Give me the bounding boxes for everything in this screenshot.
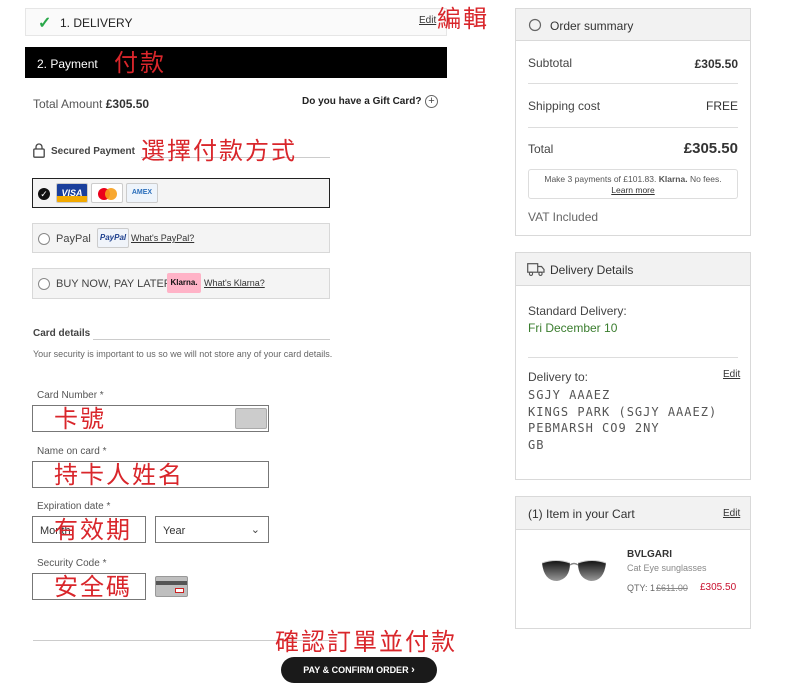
divider <box>93 339 330 340</box>
card-details-title: Card details <box>33 328 91 339</box>
plus-circle-icon[interactable]: + <box>425 95 438 108</box>
klarna-brand: Klarna. <box>658 174 688 184</box>
security-code-label: Security Code * <box>37 558 107 569</box>
vat-included: VAT Included <box>528 210 599 224</box>
delivery-method-label: Standard Delivery: <box>528 304 627 318</box>
payment-annotation: 付款 <box>114 49 166 77</box>
klarna-installments-box: Make 3 payments of £101.83. Klarna. No f… <box>528 169 738 199</box>
payment-option-paypal[interactable]: PayPal PayPal What's PayPal? <box>32 223 330 253</box>
order-summary-header: Order summary <box>516 9 750 41</box>
divider <box>528 83 738 84</box>
circle-icon <box>528 18 542 32</box>
radio-button[interactable] <box>38 233 50 245</box>
product-brand: BVLGARI <box>627 549 672 560</box>
security-code-annotation: 安全碼 <box>54 573 132 601</box>
address-line: SGJY AAAEZ <box>528 388 611 402</box>
cart-header: (1) Item in your Cart Edit <box>516 497 750 530</box>
total-amount-value: £305.50 <box>105 97 150 111</box>
klarna-label: BUY NOW, PAY LATER <box>56 278 172 290</box>
divider <box>528 357 738 358</box>
delivery-step-row: ✓ 1. DELIVERY Edit <box>25 8 447 36</box>
truck-icon <box>527 263 545 276</box>
chevron-down-icon: ⌄ <box>250 524 260 536</box>
delivery-address-edit-link[interactable]: Edit <box>723 369 740 380</box>
total-value: £305.50 <box>683 140 738 157</box>
delivery-details-header: Delivery Details <box>516 253 750 286</box>
address-line: PEBMARSH CO9 2NY <box>528 421 660 435</box>
subtotal-value: £305.50 <box>694 57 738 71</box>
klarna-no-fees: No fees. <box>689 174 722 184</box>
order-summary-title: Order summary <box>550 19 634 33</box>
shipping-value: FREE <box>705 99 738 113</box>
pay-confirm-order-button[interactable]: PAY & CONFIRM ORDER › <box>281 657 437 683</box>
year-select-value: Year <box>163 525 186 537</box>
radio-checked-icon[interactable]: ✓ <box>38 188 50 200</box>
pay-button-label: PAY & CONFIRM ORDER <box>303 665 409 675</box>
choose-payment-annotation: 選擇付款方式 <box>141 137 297 165</box>
divider <box>528 127 738 128</box>
card-number-annotation: 卡號 <box>54 405 106 433</box>
mastercard-logo <box>91 183 123 203</box>
chevron-right-icon: › <box>411 664 415 676</box>
cart-title: (1) Item in your Cart <box>528 507 635 521</box>
expiry-annotation: 有效期 <box>54 516 132 544</box>
product-name: Cat Eye sunglasses <box>627 563 707 573</box>
address-line: KINGS PARK (SGJY AAAEZ) <box>528 404 718 419</box>
product-price: £305.50 <box>700 582 737 593</box>
checkmark-icon: ✓ <box>38 15 52 32</box>
secured-payment-label: Secured Payment <box>51 146 135 157</box>
subtotal-label: Subtotal <box>528 56 573 70</box>
cart-panel: (1) Item in your Cart Edit BVLGARI Cat E… <box>515 496 751 629</box>
order-summary-panel: Order summary Subtotal £305.50 Shipping … <box>515 8 751 236</box>
amex-logo: AMEX <box>126 183 158 203</box>
shipping-label: Shipping cost <box>528 99 601 113</box>
paypal-label: PayPal <box>56 233 91 245</box>
klarna-logo: Klarna. <box>167 273 201 293</box>
delivery-to-label: Delivery to: <box>528 370 589 384</box>
whats-paypal-link[interactable]: What's PayPal? <box>131 233 194 243</box>
product-old-price: £611.00 <box>656 583 688 593</box>
visa-logo: VISA <box>56 183 88 203</box>
delivery-date: Fri December 10 <box>528 321 618 335</box>
delivery-step-title: 1. DELIVERY <box>60 16 133 30</box>
payment-option-card[interactable]: ✓ VISA AMEX <box>32 178 330 208</box>
expiration-date-label: Expiration date * <box>37 501 111 512</box>
edit-annotation: 編輯 <box>437 5 489 33</box>
paypal-logo: PayPal <box>97 228 129 248</box>
payment-option-klarna[interactable]: BUY NOW, PAY LATER Klarna. What's Klarna… <box>32 268 330 299</box>
whats-klarna-link[interactable]: What's Klarna? <box>204 278 265 288</box>
cardholder-name-annotation: 持卡人姓名 <box>54 461 184 489</box>
sunglasses-product-image[interactable] <box>540 557 608 587</box>
credit-card-cvv-icon <box>155 576 188 597</box>
delivery-details-title: Delivery Details <box>550 263 634 277</box>
klarna-learn-more-link[interactable]: Learn more <box>611 185 654 195</box>
product-quantity: QTY: 1 <box>627 583 656 593</box>
total-label: Total <box>528 142 554 156</box>
card-type-icon <box>235 408 267 429</box>
card-number-label: Card Number * <box>37 390 104 401</box>
security-note: Your security is important to us so we w… <box>33 349 333 359</box>
gift-card-link[interactable]: Do you have a Gift Card? <box>302 96 421 107</box>
delivery-edit-link[interactable]: Edit <box>419 15 436 26</box>
confirm-pay-annotation: 確認訂單並付款 <box>275 628 457 656</box>
lock-icon <box>33 143 45 158</box>
klarna-installment-text: Make 3 payments of £101.83. <box>544 174 657 184</box>
total-amount-label: Total Amount <box>33 97 103 111</box>
total-amount: Total Amount £305.50 <box>33 97 149 111</box>
address-line: GB <box>528 437 545 452</box>
payment-step-bar: 2. Payment <box>25 47 447 78</box>
expiration-year-select[interactable]: Year ⌄ <box>155 516 269 543</box>
name-on-card-label: Name on card * <box>37 446 107 457</box>
cart-edit-link[interactable]: Edit <box>723 508 740 519</box>
delivery-details-panel: Delivery Details Standard Delivery: Fri … <box>515 252 751 480</box>
payment-step-title: 2. Payment <box>37 57 98 71</box>
radio-button[interactable] <box>38 278 50 290</box>
delivery-address: SGJY AAAEZ KINGS PARK (SGJY AAAEZ) PEBMA… <box>528 387 717 453</box>
